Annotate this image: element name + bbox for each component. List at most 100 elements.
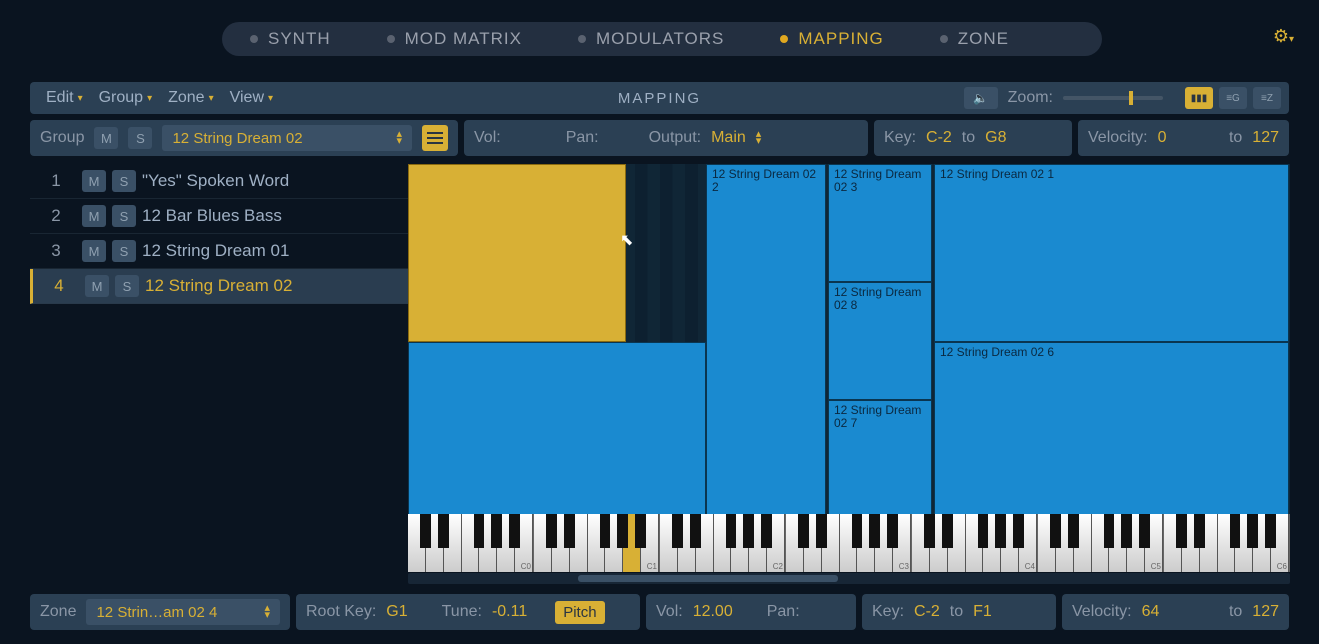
edit-menu[interactable]: Edit ▾ [38,89,91,107]
pan-label: Pan: [566,129,599,147]
tab-indicator-icon [780,35,788,43]
row-solo-button[interactable]: S [112,205,136,227]
group-row-name: 12 String Dream 01 [142,241,289,261]
menu-label: Edit [46,89,74,107]
octave-label: C6 [1277,562,1287,571]
zone-vol-label: Vol: [656,603,683,621]
vol-label: Vol: [474,129,501,147]
sample-zone[interactable]: 12 String Dream 02 7 [828,400,932,516]
group-row[interactable]: 4 M S 12 String Dream 02 [30,269,408,304]
pitch-toggle-button[interactable]: Pitch [555,601,604,624]
view-zone-list-button[interactable]: ≡Z [1253,87,1281,109]
zone-pan-label: Pan: [767,603,800,621]
tab-synth[interactable]: SYNTH [222,29,359,49]
root-key-label: Root Key: [306,603,376,621]
tab-mapping[interactable]: MAPPING [752,29,911,49]
group-row[interactable]: 2 M S 12 Bar Blues Bass [30,199,408,234]
sample-zone[interactable]: 12 String Dream 02 2 [706,164,826,516]
tab-label: SYNTH [268,29,331,49]
output-label: Output: [649,129,701,147]
zone-velocity-high-field[interactable]: 127 [1252,603,1279,621]
chevron-down-icon: ▾ [268,93,273,104]
tab-label: MODULATORS [596,29,724,49]
zoom-slider-thumb[interactable] [1129,91,1133,105]
tab-modulators[interactable]: MODULATORS [550,29,752,49]
group-solo-button[interactable]: S [128,127,152,149]
zone-menu[interactable]: Zone ▾ [160,89,222,107]
group-number: 1 [36,171,76,191]
key-low-field[interactable]: C-2 [926,129,952,147]
group-number: 3 [36,241,76,261]
group-row[interactable]: 1 M S "Yes" Spoken Word [30,164,408,199]
scrollbar-thumb[interactable] [578,575,838,582]
keyboard-ruler[interactable]: C0C1C2C3C4C5C6 [408,514,1290,572]
group-mute-button[interactable]: M [94,127,118,149]
octave-label: C0 [521,562,531,571]
zone-map-editor[interactable]: 12 String Dream 02 212 String Dream 02 3… [408,164,1290,572]
to-label: to [1229,129,1242,147]
zone-vol-field[interactable]: 12.00 [693,603,733,621]
zone-key-high-field[interactable]: F1 [973,603,992,621]
sample-zone[interactable] [408,342,706,516]
view-menu[interactable]: View ▾ [222,89,281,107]
view-keyboard-button[interactable]: ▮▮▮ [1185,87,1213,109]
octave-label: C2 [773,562,783,571]
root-key-field[interactable]: G1 [386,603,407,621]
sample-zone[interactable]: 12 String Dream 02 6 [934,342,1289,516]
view-group-list-button[interactable]: ≡G [1219,87,1247,109]
menu-label: View [230,89,264,107]
velocity-high-field[interactable]: 127 [1252,129,1279,147]
tune-field[interactable]: -0.11 [492,603,527,621]
row-mute-button[interactable]: M [82,170,106,192]
sample-zone[interactable] [408,164,626,342]
output-selector[interactable]: Main [711,129,746,147]
to-label: to [962,129,975,147]
group-number: 4 [39,276,79,296]
zoom-slider[interactable] [1063,96,1163,100]
row-mute-button[interactable]: M [85,275,109,297]
group-row-name: 12 Bar Blues Bass [142,206,282,226]
row-solo-button[interactable]: S [115,275,139,297]
chevron-down-icon: ▾ [78,93,83,104]
settings-gear-icon[interactable]: ⚙▾ [1273,26,1294,47]
group-menu[interactable]: Group▾ [91,89,161,107]
tab-mod-matrix[interactable]: MOD MATRIX [359,29,550,49]
tab-indicator-icon [250,35,258,43]
row-mute-button[interactable]: M [82,205,106,227]
group-param-bar: Group M S 12 String Dream 02 ▴▾ Vol: Pan… [30,120,1289,156]
octave-label: C5 [1151,562,1161,571]
stepper-icon: ▴▾ [264,605,270,619]
chevron-down-icon: ▾ [209,93,214,104]
row-solo-button[interactable]: S [112,170,136,192]
row-solo-button[interactable]: S [112,240,136,262]
tab-label: MAPPING [798,29,883,49]
zone-param-bar: Zone 12 Strin…am 02 4 ▴▾ Root Key: G1 Tu… [30,594,1289,630]
stepper-icon: ▴▾ [396,131,402,145]
zone-selector[interactable]: 12 Strin…am 02 4 ▴▾ [86,599,280,625]
velocity-label: Velocity: [1088,129,1148,147]
sample-zone[interactable]: 12 String Dream 02 3 [828,164,932,282]
horizontal-scrollbar[interactable] [408,573,1290,584]
to-label: to [1229,603,1242,621]
list-view-toggle[interactable] [422,125,448,151]
zone-velocity-low-field[interactable]: 64 [1142,603,1160,621]
tune-label: Tune: [442,603,482,621]
velocity-low-field[interactable]: 0 [1158,129,1167,147]
octave-label: C1 [647,562,657,571]
sample-zone[interactable]: 12 String Dream 02 8 [828,282,932,400]
group-row[interactable]: 3 M S 12 String Dream 01 [30,234,408,269]
zone-label: Zone [40,603,76,621]
audition-speaker-button[interactable]: 🔈 [964,87,998,109]
octave-label: C4 [1025,562,1035,571]
group-row-name: 12 String Dream 02 [145,276,292,296]
row-mute-button[interactable]: M [82,240,106,262]
group-selector[interactable]: 12 String Dream 02 ▴▾ [162,125,412,151]
key-high-field[interactable]: G8 [985,129,1006,147]
group-label: Group [40,129,84,147]
tab-zone[interactable]: ZONE [912,29,1037,49]
zone-key-low-field[interactable]: C-2 [914,603,940,621]
sample-zone[interactable]: 12 String Dream 02 1 [934,164,1289,342]
tab-label: MOD MATRIX [405,29,522,49]
stepper-icon[interactable]: ▴▾ [756,131,762,145]
menu-label: Zone [168,89,204,107]
